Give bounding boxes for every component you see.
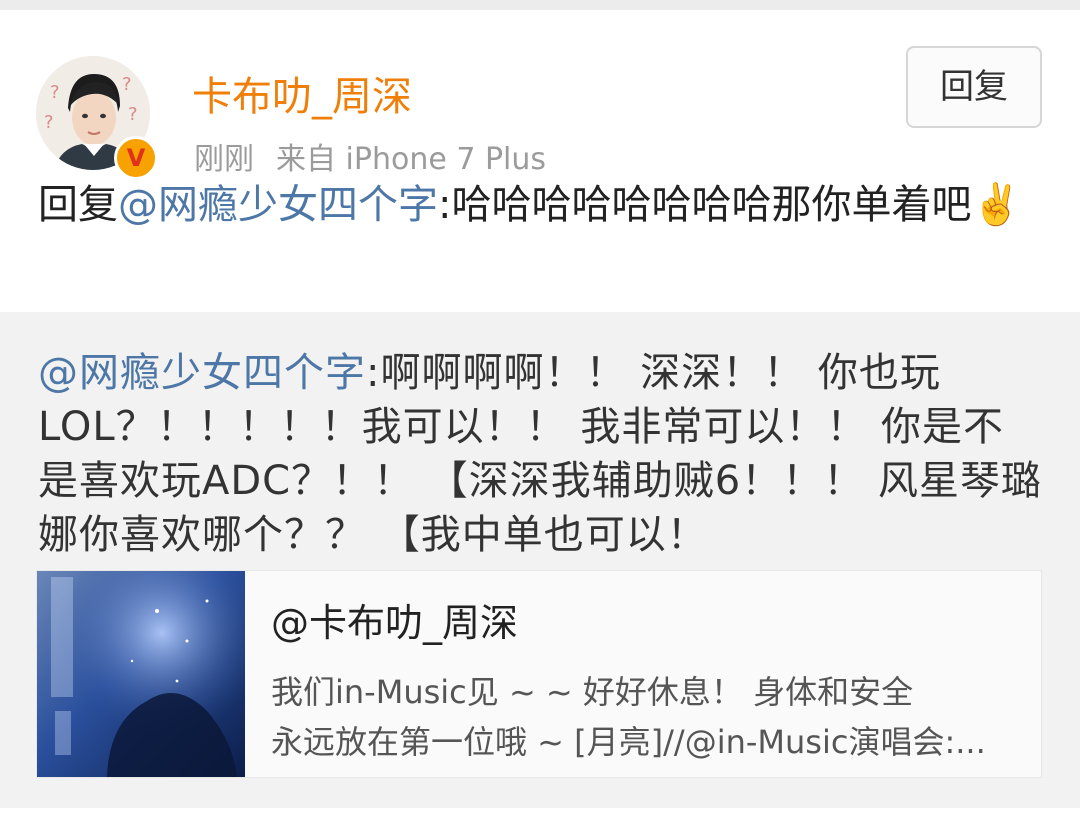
svg-text:?: ? xyxy=(44,112,54,133)
card-thumbnail xyxy=(37,571,245,777)
card-desc-line-2: 永远放在第一位哦 ~ [月亮]//@in-Music演唱会:... xyxy=(271,723,986,761)
bottom-edge xyxy=(0,808,1080,821)
comment-post: ? ? ? ? V 卡布叻_周深 刚刚 来自 iPhone 7 Plus 回复 回… xyxy=(0,10,1080,312)
post-meta: 刚刚 来自 iPhone 7 Plus xyxy=(194,140,546,180)
post-body: :哈哈哈哈哈哈哈哈那你单着吧 xyxy=(438,182,972,228)
post-source: 来自 iPhone 7 Plus xyxy=(276,142,547,177)
reply-prefix: 回复 xyxy=(38,182,118,228)
victory-hand-emoji: ✌️ xyxy=(971,182,1022,228)
concert-poster-icon xyxy=(37,571,245,777)
timestamp: 刚刚 xyxy=(194,142,254,177)
username[interactable]: 卡布叻_周深 xyxy=(192,72,412,122)
linked-post-card[interactable]: @卡布叻_周深 我们in-Music见 ~ ~ 好好休息！ 身体和安全 永远放在… xyxy=(36,570,1042,778)
svg-text:?: ? xyxy=(122,74,132,95)
reply-button[interactable]: 回复 xyxy=(906,46,1042,128)
post-text: 回复@网瘾少女四个字:哈哈哈哈哈哈哈哈那你单着吧✌️ xyxy=(38,178,1038,232)
svg-text:?: ? xyxy=(128,104,138,125)
quoted-post[interactable]: @网瘾少女四个字:啊啊啊啊！！ 深深！！ 你也玩LOL？！！！！！我可以！！ 我… xyxy=(0,312,1080,808)
card-title: @卡布叻_周深 xyxy=(271,601,519,645)
top-divider xyxy=(0,0,1080,10)
card-description: 我们in-Music见 ~ ~ 好好休息！ 身体和安全 永远放在第一位哦 ~ [… xyxy=(271,667,1031,767)
avatar[interactable]: ? ? ? ? V xyxy=(36,56,158,180)
quoted-mention-link[interactable]: @网瘾少女四个字 xyxy=(38,350,366,396)
card-desc-line-1: 我们in-Music见 ~ ~ 好好休息！ 身体和安全 xyxy=(271,673,914,711)
mention-link[interactable]: @网瘾少女四个字 xyxy=(118,182,438,228)
quoted-text: @网瘾少女四个字:啊啊啊啊！！ 深深！！ 你也玩LOL？！！！！！我可以！！ 我… xyxy=(38,346,1042,562)
svg-text:?: ? xyxy=(50,82,60,103)
verified-badge: V xyxy=(114,136,158,180)
